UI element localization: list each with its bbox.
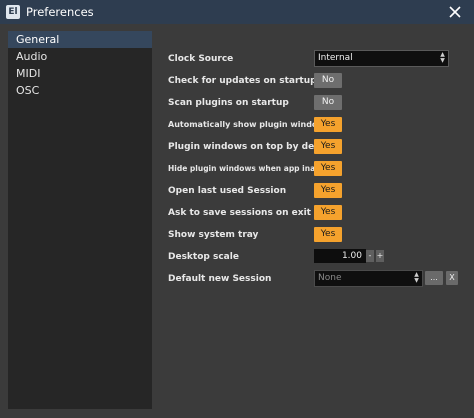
clock-source-select[interactable]: Internal ▲ ▼ [314, 50, 449, 67]
show-tray-label: Show system tray [168, 230, 259, 240]
browse-session-button[interactable]: ... [425, 271, 443, 285]
clock-source-value: Internal [318, 53, 353, 63]
open-last-session-toggle[interactable]: Yes [314, 183, 342, 198]
check-updates-row: Check for updates on startup No [168, 73, 468, 89]
hide-plugin-inactive-label: Hide plugin windows when app inactive [168, 164, 336, 173]
sidebar-item-audio[interactable]: Audio [8, 48, 152, 65]
scan-plugins-label: Scan plugins on startup [168, 98, 289, 108]
desktop-scale-row: Desktop scale 1.00 - + [168, 249, 468, 265]
default-session-select[interactable]: None ▲ ▼ [314, 270, 423, 287]
plugin-on-top-toggle[interactable]: Yes [314, 139, 342, 154]
sidebar-item-midi[interactable]: MIDI [8, 65, 152, 82]
desktop-scale-label: Desktop scale [168, 252, 239, 262]
window-title: Preferences [26, 5, 94, 19]
show-tray-toggle[interactable]: Yes [314, 227, 342, 242]
default-session-label: Default new Session [168, 274, 272, 284]
ask-save-exit-toggle[interactable]: Yes [314, 205, 342, 220]
default-session-row: Default new Session None ▲ ▼ ... X [168, 270, 468, 287]
clock-source-label: Clock Source [168, 54, 234, 64]
clock-source-row: Clock Source Internal ▲ ▼ [168, 50, 468, 67]
auto-show-plugin-toggle[interactable]: Yes [314, 117, 342, 132]
check-updates-toggle[interactable]: No [314, 73, 342, 88]
open-last-session-row: Open last used Session Yes [168, 183, 468, 199]
check-updates-label: Check for updates on startup [168, 76, 317, 86]
hide-plugin-inactive-row: Hide plugin windows when app inactive Ye… [168, 161, 468, 177]
close-icon[interactable] [446, 3, 464, 21]
scan-plugins-toggle[interactable]: No [314, 95, 342, 110]
show-tray-row: Show system tray Yes [168, 227, 468, 243]
plugin-on-top-row: Plugin windows on top by default Yes [168, 139, 468, 155]
hide-plugin-inactive-toggle[interactable]: Yes [314, 161, 342, 176]
auto-show-plugin-label: Automatically show plugin windows [168, 120, 330, 129]
desktop-scale-input[interactable]: 1.00 [314, 249, 366, 263]
scan-plugins-row: Scan plugins on startup No [168, 95, 468, 111]
sidebar-item-general[interactable]: General [8, 31, 152, 48]
title-bar[interactable]: El Preferences [0, 0, 474, 24]
select-arrows-icon: ▲ ▼ [440, 51, 445, 64]
sidebar: General Audio MIDI OSC [8, 31, 152, 409]
plugin-on-top-label: Plugin windows on top by default [168, 142, 338, 152]
sidebar-item-osc[interactable]: OSC [8, 82, 152, 99]
general-settings-panel: Clock Source Internal ▲ ▼ Check for updat… [168, 24, 468, 418]
ask-save-exit-row: Ask to save sessions on exit Yes [168, 205, 468, 221]
clear-session-button[interactable]: X [446, 271, 458, 285]
desktop-scale-decrement-button[interactable]: - [366, 250, 374, 262]
open-last-session-label: Open last used Session [168, 186, 287, 196]
preferences-content: General Audio MIDI OSC Clock Source Inte… [0, 24, 474, 418]
desktop-scale-increment-button[interactable]: + [376, 250, 384, 262]
default-session-value: None [318, 273, 342, 283]
auto-show-plugin-row: Automatically show plugin windows Yes [168, 117, 468, 133]
app-logo-icon: El [6, 5, 20, 19]
select-arrows-icon: ▲ ▼ [414, 271, 419, 284]
ask-save-exit-label: Ask to save sessions on exit [168, 208, 311, 218]
